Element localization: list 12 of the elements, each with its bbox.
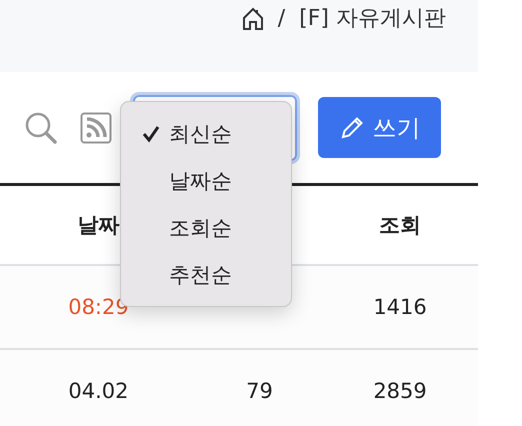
rss-icon[interactable]	[80, 112, 112, 144]
breadcrumb-current[interactable]: [F] 자유게시판	[299, 4, 446, 34]
write-button[interactable]: 쓰기	[318, 97, 441, 158]
search-icon[interactable]	[24, 110, 58, 144]
pencil-icon	[338, 114, 364, 140]
sort-option[interactable]: 날짜순	[169, 166, 232, 194]
views-cell: 1416	[322, 265, 478, 349]
sort-option[interactable]: 조회순	[169, 214, 232, 242]
sort-option[interactable]: 최신순	[169, 120, 232, 148]
column-header[interactable]: 조회	[322, 184, 478, 265]
breadcrumb-separator: /	[278, 5, 286, 33]
home-icon[interactable]	[242, 7, 264, 31]
